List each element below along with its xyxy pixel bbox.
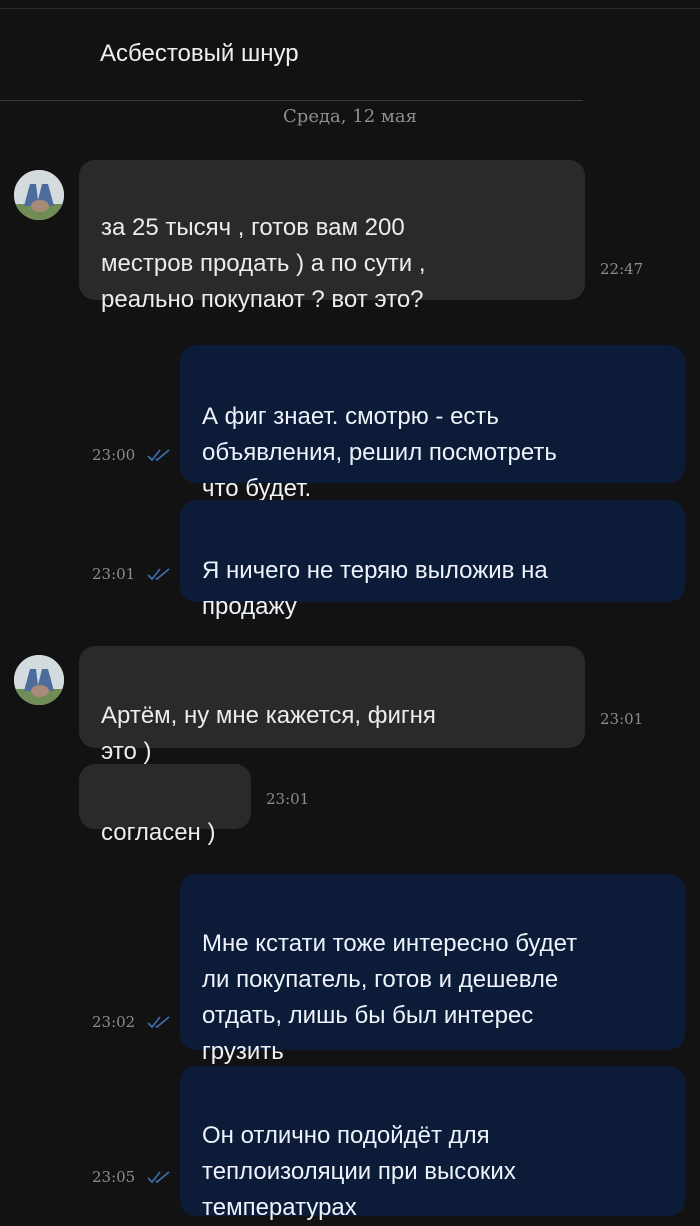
message-time: 23:01	[92, 565, 136, 583]
message-bubble[interactable]: за 25 тысяч , готов вам 200 местров прод…	[79, 160, 585, 313]
read-icon	[147, 568, 170, 581]
message-bubble[interactable]: Он отлично подойдёт для теплоизоляции пр…	[180, 1066, 685, 1221]
message-bubble[interactable]: Мне кстати тоже интересно будет ли покуп…	[180, 874, 685, 1065]
chat-title[interactable]: Асбестовый шнур	[100, 40, 299, 68]
avatar-photo-icon	[14, 170, 64, 220]
read-icon	[147, 449, 170, 462]
message-text: за 25 тысяч , готов вам 200 местров прод…	[101, 214, 426, 313]
message-time: 23:05	[92, 1168, 136, 1186]
message-time: 23:00	[92, 446, 136, 464]
message-time: 23:01	[266, 790, 310, 808]
message-text: Он отлично подойдёт для теплоизоляции пр…	[202, 1122, 516, 1221]
message-bubble[interactable]: А фиг знает. смотрю - есть объявления, р…	[180, 345, 685, 502]
avatar[interactable]	[14, 170, 64, 220]
chat-header: Асбестовый шнур	[0, 0, 700, 110]
message-text: Мне кстати тоже интересно будет ли покуп…	[202, 930, 578, 1065]
message-text: Я ничего не теряю выложив на продажу	[202, 557, 548, 620]
read-icon	[147, 1171, 170, 1184]
message-time: 23:02	[92, 1013, 136, 1031]
message-text: согласен )	[101, 819, 216, 846]
message-time: 22:47	[600, 260, 644, 278]
message-bubble[interactable]: Я ничего не теряю выложив на продажу	[180, 500, 685, 620]
message-bubble[interactable]: согласен )	[79, 764, 251, 846]
message-text: А фиг знает. смотрю - есть объявления, р…	[202, 403, 557, 502]
message-bubble[interactable]: Артём, ну мне кажется, фигня это )	[79, 646, 585, 765]
message-time: 23:01	[600, 710, 644, 728]
date-separator: Среда, 12 мая	[283, 106, 417, 127]
avatar-photo-icon	[14, 655, 64, 705]
message-text: Артём, ну мне кажется, фигня это )	[101, 702, 436, 765]
header-divider	[0, 100, 583, 101]
avatar[interactable]	[14, 655, 64, 705]
read-icon	[147, 1016, 170, 1029]
